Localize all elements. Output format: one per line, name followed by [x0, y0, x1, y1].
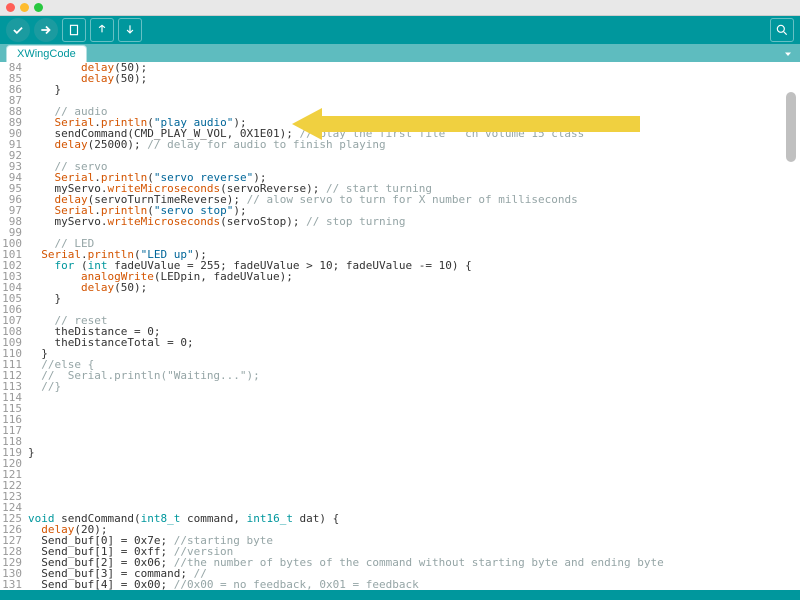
- close-window-button[interactable]: [6, 3, 15, 12]
- scrollbar-thumb[interactable]: [786, 92, 796, 162]
- minimize-window-button[interactable]: [20, 3, 29, 12]
- save-sketch-button[interactable]: [118, 18, 142, 42]
- tab-menu-button[interactable]: [780, 46, 796, 62]
- status-bar: [0, 590, 800, 600]
- window-titlebar: [0, 0, 800, 16]
- line-number-gutter: 8485868788899091929394959697989910010110…: [0, 62, 28, 590]
- upload-button[interactable]: [34, 18, 58, 42]
- toolbar: [0, 16, 800, 44]
- vertical-scrollbar[interactable]: [784, 62, 798, 590]
- tab-bar: XWingCode: [0, 44, 800, 62]
- code-editor[interactable]: 8485868788899091929394959697989910010110…: [0, 62, 800, 590]
- serial-monitor-button[interactable]: [770, 18, 794, 42]
- verify-button[interactable]: [6, 18, 30, 42]
- tab-xwingcode[interactable]: XWingCode: [6, 45, 87, 62]
- new-sketch-button[interactable]: [62, 18, 86, 42]
- code-area[interactable]: delay(50); delay(50); } // audio Serial.…: [28, 62, 800, 590]
- open-sketch-button[interactable]: [90, 18, 114, 42]
- maximize-window-button[interactable]: [34, 3, 43, 12]
